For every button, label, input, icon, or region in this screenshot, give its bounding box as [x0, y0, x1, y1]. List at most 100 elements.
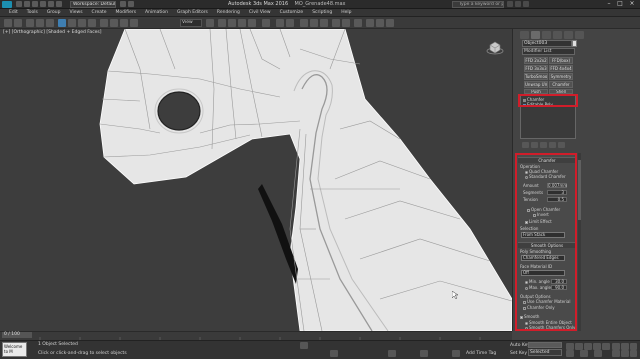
zoom-all-icon[interactable]	[621, 343, 629, 350]
modifier-button[interactable]: Chamfer	[549, 81, 573, 88]
scene-explorer-icon[interactable]	[300, 19, 308, 27]
undo-icon[interactable]	[4, 19, 12, 27]
save-file-icon[interactable]	[32, 1, 38, 7]
object-color-swatch[interactable]	[572, 40, 577, 47]
align-icon[interactable]	[286, 19, 294, 27]
make-unique-icon[interactable]	[540, 142, 547, 148]
project-folder-icon[interactable]	[56, 1, 62, 7]
max-angle-radio[interactable]: Max. angle	[525, 285, 551, 290]
smooth-checkbox[interactable]: Smooth	[520, 314, 539, 319]
panel-scrollbar-thumb[interactable]	[578, 160, 581, 220]
modifier-button[interactable]: TurboSmooth	[524, 73, 548, 80]
menu-group[interactable]: Group	[47, 9, 61, 16]
x-coordinate-field[interactable]	[388, 350, 396, 357]
amount-spinner[interactable]: 0.007mm	[547, 183, 567, 188]
menu-create[interactable]: Create	[92, 9, 107, 16]
menu-scripting[interactable]: Scripting	[312, 9, 332, 16]
modifier-button[interactable]: FFD(box)	[549, 57, 573, 64]
hierarchy-tab-icon[interactable]	[542, 31, 551, 39]
configure-modifier-sets-icon[interactable]	[558, 142, 565, 148]
ribbon-toggle-icon[interactable]	[320, 19, 328, 27]
scale-icon[interactable]	[120, 19, 128, 27]
field-of-view-icon[interactable]	[612, 350, 620, 357]
rendered-frame-window-icon[interactable]	[376, 19, 384, 27]
move-icon[interactable]	[100, 19, 108, 27]
spinner-snap-icon[interactable]	[248, 19, 256, 27]
min-angle-radio[interactable]: Min. angle	[525, 279, 550, 284]
play-icon[interactable]	[584, 343, 592, 350]
menu-animation[interactable]: Animation	[145, 9, 168, 16]
segments-spinner[interactable]: 3	[547, 190, 567, 195]
face-material-dropdown[interactable]: Off	[521, 270, 565, 276]
add-time-tag[interactable]: Add Time Tag	[466, 351, 496, 356]
standard-chamfer-radio[interactable]: Standard Chamfer	[525, 174, 566, 179]
rotate-icon[interactable]	[110, 19, 118, 27]
z-coordinate-field[interactable]	[452, 350, 460, 357]
workspace-dropdown[interactable]: Workspace: Default	[70, 1, 116, 8]
lock-selection-icon[interactable]	[300, 342, 308, 349]
use-chamfer-material-checkbox[interactable]: Use Chamfer Material	[523, 299, 570, 304]
pan-view-icon[interactable]	[621, 350, 629, 357]
minimize-button[interactable]: –	[604, 1, 614, 8]
pivot-center-icon[interactable]	[206, 19, 214, 27]
help-icon[interactable]	[523, 1, 529, 7]
pin-stack-icon[interactable]	[522, 142, 529, 148]
render-setup-icon[interactable]	[366, 19, 374, 27]
place-icon[interactable]	[130, 19, 138, 27]
select-by-name-icon[interactable]	[68, 19, 76, 27]
search-icon[interactable]	[507, 1, 513, 7]
angle-snap-icon[interactable]	[228, 19, 236, 27]
menu-rendering[interactable]: Rendering	[217, 9, 240, 16]
snaps-toggle-icon[interactable]	[218, 19, 226, 27]
open-file-icon[interactable]	[24, 1, 30, 7]
motion-tab-icon[interactable]	[553, 31, 562, 39]
unlink-icon[interactable]	[36, 19, 44, 27]
named-selection-icon[interactable]	[262, 19, 270, 27]
menu-graph-editors[interactable]: Graph Editors	[177, 9, 208, 16]
chamfer-only-checkbox[interactable]: Chamfer Only	[523, 305, 555, 310]
go-to-start-icon[interactable]	[566, 343, 574, 350]
quick-access-icon[interactable]	[128, 1, 134, 7]
create-tab-icon[interactable]	[520, 31, 529, 39]
invert-checkbox[interactable]: Invert	[533, 212, 549, 217]
next-frame-icon[interactable]	[593, 343, 601, 350]
object-name-field[interactable]: Object003	[522, 40, 572, 47]
layer-explorer-icon[interactable]	[310, 19, 318, 27]
display-tab-icon[interactable]	[564, 31, 573, 39]
redo-icon[interactable]	[48, 1, 54, 7]
current-frame-field[interactable]	[580, 350, 588, 357]
modifier-button[interactable]: FFD 2x2x2	[524, 57, 548, 64]
menu-help[interactable]: Help	[341, 9, 351, 16]
zoom-extents-icon[interactable]	[630, 343, 637, 350]
menu-civil-view[interactable]: Civil View	[249, 9, 271, 16]
smooth-chamfers-only-radio[interactable]: Smooth Chamfers Only	[525, 325, 575, 329]
menu-modifiers[interactable]: Modifiers	[116, 9, 137, 16]
window-crossing-icon[interactable]	[88, 19, 96, 27]
rectangular-selection-icon[interactable]	[78, 19, 86, 27]
max-angle-spinner[interactable]: 90.0	[551, 285, 567, 290]
menu-customize[interactable]: Customize	[280, 9, 304, 16]
absolute-mode-icon[interactable]	[330, 350, 338, 357]
viewport-label[interactable]: [+] [Orthographic] [Shaded + Edged Faces…	[3, 30, 102, 35]
smooth-options-header[interactable]: Smooth Options	[518, 242, 575, 248]
limit-effect-checkbox[interactable]: Limit Effect	[525, 219, 552, 224]
curve-editor-icon[interactable]	[332, 19, 340, 27]
close-button[interactable]: ×	[627, 1, 637, 8]
y-coordinate-field[interactable]	[420, 350, 428, 357]
search-input[interactable]: Type a keyword or phrase	[452, 1, 504, 8]
percent-snap-icon[interactable]	[238, 19, 246, 27]
menu-tools[interactable]: Tools	[27, 9, 38, 16]
material-editor-icon[interactable]	[354, 19, 362, 27]
timeline[interactable]	[0, 331, 512, 341]
remove-modifier-icon[interactable]	[549, 142, 556, 148]
zoom-icon[interactable]	[612, 343, 620, 350]
time-slider[interactable]: 0 / 100	[2, 332, 32, 338]
reference-coordinate-dropdown[interactable]: View	[180, 19, 202, 27]
rollout-title[interactable]: Chamfer	[518, 157, 575, 163]
modifier-button[interactable]: Symmetry	[549, 73, 573, 80]
signin-icon[interactable]	[515, 1, 521, 7]
go-to-end-icon[interactable]	[602, 343, 610, 350]
schematic-view-icon[interactable]	[342, 19, 350, 27]
menu-views[interactable]: Views	[70, 9, 83, 16]
previous-frame-icon[interactable]	[575, 343, 583, 350]
